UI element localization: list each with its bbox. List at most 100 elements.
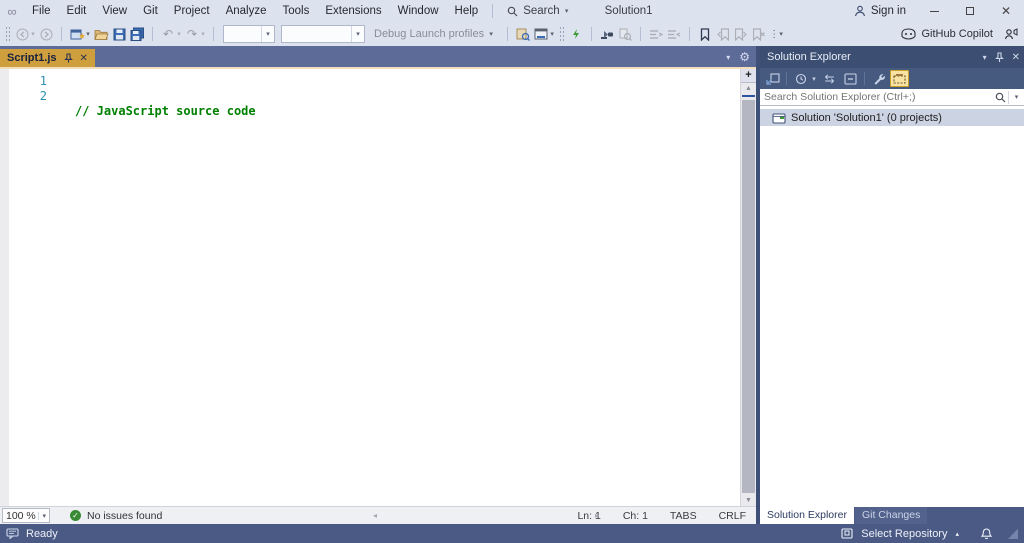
select-repository-button[interactable]: Select Repository xyxy=(861,528,947,540)
solution-search-icon[interactable] xyxy=(993,92,1008,103)
github-copilot-icon[interactable] xyxy=(901,28,917,40)
menu-window[interactable]: Window xyxy=(390,0,447,22)
hscroll-right-icon[interactable]: ▸ xyxy=(595,511,599,520)
sync-with-active-document-icon[interactable]: ⇆ xyxy=(820,70,839,87)
vertical-scrollbar[interactable]: + ▲ ▼ xyxy=(740,69,756,506)
clear-bookmarks-icon[interactable] xyxy=(750,25,768,43)
close-button[interactable]: ✕ xyxy=(988,0,1024,22)
solution-search-input[interactable] xyxy=(760,91,993,103)
browser-link-caret-icon[interactable]: ▾ xyxy=(548,30,556,38)
tab-git-changes[interactable]: Git Changes xyxy=(854,507,928,524)
search-icon xyxy=(507,6,518,17)
titlebar-separator xyxy=(492,4,494,18)
minimize-button[interactable] xyxy=(916,0,952,22)
window-position-caret-icon[interactable]: ▾ xyxy=(983,53,987,62)
tab-title: Script1.js xyxy=(7,52,57,64)
scroll-down-icon[interactable]: ▼ xyxy=(741,495,756,506)
breakpoint-margin[interactable] xyxy=(0,69,9,506)
switch-views-icon[interactable] xyxy=(763,70,782,87)
notifications-bell-icon[interactable] xyxy=(981,527,992,540)
search-button[interactable]: Search ▾ xyxy=(499,5,578,17)
solution-platforms-combo[interactable]: ▾ xyxy=(281,25,365,43)
navigate-forward-icon[interactable] xyxy=(37,25,55,43)
menu-project[interactable]: Project xyxy=(166,0,218,22)
editor-options-gear-icon[interactable]: ⚙ xyxy=(739,50,750,64)
menu-extensions[interactable]: Extensions xyxy=(317,0,389,22)
caret-position-marker xyxy=(742,95,755,97)
tree-row-label: Solution 'Solution1' (0 projects) xyxy=(791,111,942,124)
menu-edit[interactable]: Edit xyxy=(59,0,95,22)
debug-launch-profiles-button[interactable]: Debug Launch profiles ▾ xyxy=(368,24,501,44)
live-preview-icon[interactable] xyxy=(567,25,585,43)
github-copilot-label[interactable]: GitHub Copilot xyxy=(921,28,993,40)
pin-panel-icon[interactable] xyxy=(994,51,1004,63)
pin-tab-icon[interactable] xyxy=(63,53,73,63)
redo-caret-icon[interactable]: ▾ xyxy=(199,30,207,38)
repository-icon xyxy=(841,528,853,539)
solution-explorer-titlebar[interactable]: Solution Explorer ▾ ✕ xyxy=(760,46,1024,68)
toolbar-overflow-icon[interactable]: ⋮ ▾ xyxy=(768,25,786,43)
menu-tools[interactable]: Tools xyxy=(275,0,318,22)
show-all-files-icon[interactable] xyxy=(890,70,909,87)
menu-analyze[interactable]: Analyze xyxy=(218,0,275,22)
toggle-bookmark-icon[interactable] xyxy=(696,25,714,43)
tree-row-solution[interactable]: Solution 'Solution1' (0 projects) xyxy=(760,109,1024,126)
attach-to-process-icon[interactable] xyxy=(598,25,616,43)
open-file-icon[interactable] xyxy=(92,25,110,43)
save-icon[interactable] xyxy=(110,25,128,43)
navigate-back-caret-icon[interactable]: ▾ xyxy=(29,30,37,38)
uncomment-icon[interactable] xyxy=(665,25,683,43)
search-options-caret-icon[interactable]: ▾ xyxy=(1009,93,1024,101)
undo-caret-icon[interactable]: ▾ xyxy=(175,30,183,38)
hscroll-left-icon[interactable]: ◂ xyxy=(373,511,377,520)
filter-caret-icon[interactable]: ▾ xyxy=(810,75,818,83)
sign-in-label: Sign in xyxy=(870,5,906,17)
active-files-dropdown-icon[interactable]: ▾ xyxy=(726,53,730,62)
debug-launch-profiles-label: Debug Launch profiles xyxy=(374,28,485,40)
toolbar-separator xyxy=(213,27,214,41)
pending-changes-filter-icon[interactable] xyxy=(791,70,810,87)
document-health-indicator[interactable]: ✓ No issues found xyxy=(70,510,162,522)
tab-script1-js[interactable]: Script1.js ✕ xyxy=(0,49,95,67)
menu-file[interactable]: File xyxy=(24,0,59,22)
toolbar-grip[interactable] xyxy=(5,26,10,42)
menu-help[interactable]: Help xyxy=(447,0,487,22)
solution-icon xyxy=(772,112,786,124)
maximize-button[interactable] xyxy=(952,0,988,22)
status-ready-label: Ready xyxy=(26,527,58,540)
code-text[interactable]: // JavaScript source code xyxy=(47,69,756,506)
properties-wrench-icon[interactable] xyxy=(869,70,888,87)
solution-configurations-combo[interactable]: ▾ xyxy=(223,25,275,43)
toolbar-grip[interactable] xyxy=(559,26,565,42)
eol-indicator[interactable]: CRLF xyxy=(719,510,746,522)
scrollbar-thumb[interactable] xyxy=(742,100,755,493)
resize-grip[interactable] xyxy=(1008,528,1018,539)
code-editor[interactable]: 1 2 // JavaScript source code + ▲ ▼ xyxy=(0,69,756,506)
close-tab-icon[interactable]: ✕ xyxy=(80,53,88,64)
editor-splitter-handle[interactable]: + xyxy=(741,69,756,83)
find-in-files-icon[interactable] xyxy=(616,25,634,43)
close-panel-icon[interactable]: ✕ xyxy=(1012,52,1020,63)
column-indicator[interactable]: Ch: 1 xyxy=(623,510,648,522)
previous-bookmark-icon[interactable] xyxy=(714,25,732,43)
send-feedback-icon[interactable] xyxy=(1004,28,1018,40)
select-repository-caret-icon[interactable]: ▴ xyxy=(955,530,959,538)
menu-view[interactable]: View xyxy=(94,0,135,22)
tabs-indicator[interactable]: TABS xyxy=(670,510,697,522)
code-line: // JavaScript source code xyxy=(75,104,256,118)
sign-in-button[interactable]: Sign in xyxy=(844,5,916,17)
comment-out-icon[interactable] xyxy=(647,25,665,43)
main-area: Script1.js ✕ ▾ ⚙ 1 2 // JavaScript sourc… xyxy=(0,46,1024,524)
web-preview-icon[interactable] xyxy=(514,25,532,43)
tab-solution-explorer[interactable]: Solution Explorer xyxy=(760,507,854,524)
next-bookmark-icon[interactable] xyxy=(732,25,750,43)
menu-git[interactable]: Git xyxy=(135,0,166,22)
editor-status-row: 100 % ▾ ✓ No issues found ◂ ▸ Ln: 1 Ch: … xyxy=(0,506,756,524)
zoom-level-combo[interactable]: 100 % ▾ xyxy=(2,508,50,523)
scroll-up-icon[interactable]: ▲ xyxy=(741,83,756,94)
solution-explorer-title: Solution Explorer xyxy=(767,51,851,63)
collapse-all-icon[interactable] xyxy=(841,70,860,87)
feedback-icon[interactable] xyxy=(6,528,19,539)
new-project-caret-icon[interactable]: ▾ xyxy=(84,30,92,38)
save-all-icon[interactable] xyxy=(128,25,146,43)
